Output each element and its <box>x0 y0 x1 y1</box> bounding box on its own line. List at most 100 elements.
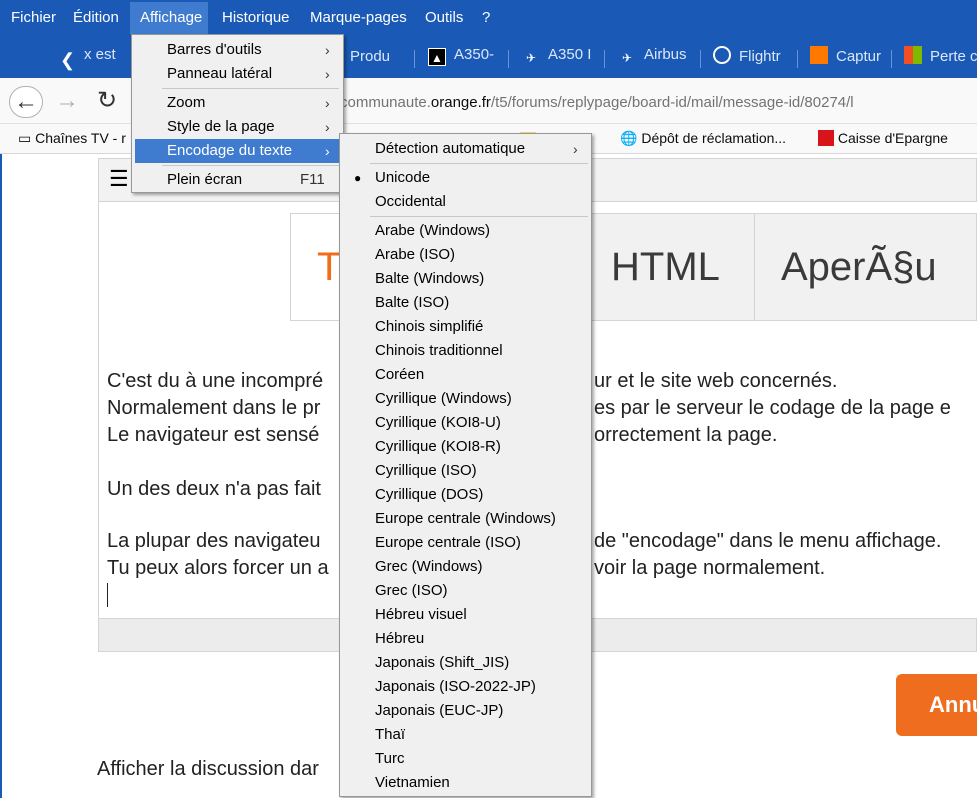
tab-item[interactable]: Perte c <box>904 46 977 70</box>
tab-preview[interactable]: AperÃ§u <box>754 214 977 320</box>
chevron-right-icon: › <box>325 66 330 82</box>
tab-label: Airbus <box>644 46 687 63</box>
menu-item-label: Grec (Windows) <box>375 558 483 575</box>
menu-item-label: Plein écran <box>167 171 243 188</box>
editor-text-line: Le navigateur est sensé <box>107 424 320 446</box>
menu-item-label: Unicode <box>375 169 431 186</box>
tab-item[interactable]: ▲ A350- <box>428 46 502 70</box>
tab-item[interactable]: x est <box>84 46 124 70</box>
reload-icon[interactable]: ↻ <box>90 86 124 118</box>
menu-item-label: Vietnamien <box>375 774 450 791</box>
menu-item-label: Thaï <box>375 726 406 743</box>
chevron-right-icon: › <box>325 143 330 159</box>
menu-item-encoding[interactable]: Arabe (Windows) <box>343 219 588 243</box>
menu-item-encoding[interactable]: Hébreu <box>343 627 588 651</box>
align-icon[interactable]: ☰ <box>109 167 133 191</box>
menu-historique[interactable]: Historique <box>222 9 290 26</box>
tab-label: Produ <box>350 48 391 65</box>
tab-item[interactable]: ✈ A350 I <box>522 46 596 70</box>
menu-item-occidental[interactable]: Occidental <box>343 190 588 214</box>
menu-item-encoding[interactable]: Arabe (ISO) <box>343 243 588 267</box>
bookmark-item[interactable]: ▭ Chaînes TV - r <box>18 130 126 147</box>
tab-item[interactable]: ✈ Airbus <box>618 46 692 70</box>
menu-item-encoding[interactable]: Europe centrale (ISO) <box>343 531 588 555</box>
menu-item-barres-outils[interactable]: Barres d'outils › <box>135 38 340 62</box>
back-arrow-icon[interactable]: ← <box>9 86 43 118</box>
menu-item-label: Grec (ISO) <box>375 582 448 599</box>
bookmark-label: Dépôt de réclamation... <box>641 130 787 146</box>
url-bar[interactable]: s://communaute.orange.fr/t5/forums/reply… <box>320 90 977 116</box>
tab-separator <box>700 50 701 68</box>
menu-item-zoom[interactable]: Zoom › <box>135 91 340 115</box>
menu-outils[interactable]: Outils <box>425 9 463 26</box>
globe-icon: 🌐 <box>620 130 638 146</box>
airbus-logo-icon: ▲ <box>428 48 446 66</box>
menu-item-encoding[interactable]: Cyrillique (KOI8-U) <box>343 411 588 435</box>
tab-separator <box>414 50 415 68</box>
menu-marque-pages[interactable]: Marque-pages <box>310 9 407 26</box>
menu-item-unicode[interactable]: ● Unicode <box>343 166 588 190</box>
chevron-right-icon: › <box>325 119 330 135</box>
bookmark-item[interactable]: Caisse d'Epargne <box>818 130 948 146</box>
cancel-button[interactable]: Annu <box>896 674 977 736</box>
discussion-link[interactable]: Afficher la discussion dar <box>97 758 319 781</box>
chevron-right-icon: › <box>573 141 578 157</box>
bookmark-item[interactable]: 🌐 Dépôt de réclamation... <box>620 130 786 147</box>
menu-item-encoding[interactable]: Europe centrale (Windows) <box>343 507 588 531</box>
url-domain: orange.fr <box>430 94 491 111</box>
menu-item-encoding[interactable]: Cyrillique (ISO) <box>343 459 588 483</box>
tab-label: Perte c <box>930 48 977 65</box>
menu-item-encoding[interactable]: Vietnamien <box>343 771 588 795</box>
chevron-right-icon: › <box>325 95 330 111</box>
menu-item-encoding[interactable]: Coréen <box>343 363 588 387</box>
menu-item-encoding[interactable]: Chinois simplifié <box>343 315 588 339</box>
menu-aide[interactable]: ? <box>482 9 490 26</box>
menu-item-encoding[interactable]: Balte (ISO) <box>343 291 588 315</box>
menu-separator <box>370 216 588 217</box>
menu-item-encoding[interactable]: Japonais (Shift_JIS) <box>343 651 588 675</box>
menu-item-encoding[interactable]: Balte (Windows) <box>343 267 588 291</box>
menu-item-label: Chinois traditionnel <box>375 342 503 359</box>
menu-item-encoding[interactable]: Thaï <box>343 723 588 747</box>
menu-item-encoding[interactable]: Turc <box>343 747 588 771</box>
menu-item-panneau-lateral[interactable]: Panneau latéral › <box>135 62 340 86</box>
editor-text-line: de "encodage" dans le menu affichage. <box>594 530 942 552</box>
menu-item-encodage-texte[interactable]: Encodage du texte › <box>135 139 340 163</box>
tab-separator <box>508 50 509 68</box>
menu-item-encoding[interactable]: Japonais (ISO-2022-JP) <box>343 675 588 699</box>
tab-separator <box>891 50 892 68</box>
menu-item-encoding[interactable]: Hébreu visuel <box>343 603 588 627</box>
menu-item-encoding[interactable]: Grec (Windows) <box>343 555 588 579</box>
menu-edition[interactable]: Édition <box>73 9 119 26</box>
menu-affichage[interactable]: Affichage <box>130 2 209 34</box>
tab-scroll-left-icon[interactable]: ❮ <box>60 50 75 71</box>
menu-fichier[interactable]: Fichier <box>11 9 56 26</box>
tab-item[interactable]: Captur <box>810 46 886 70</box>
menu-item-encoding[interactable]: Japonais (EUC-JP) <box>343 699 588 723</box>
tab-html[interactable]: HTML <box>611 214 720 320</box>
menu-item-style-page[interactable]: Style de la page › <box>135 115 340 139</box>
tab-separator <box>604 50 605 68</box>
tv-icon: ▭ <box>18 130 32 146</box>
menu-item-encoding[interactable]: Chinois traditionnel <box>343 339 588 363</box>
page-left-border <box>0 154 2 798</box>
menu-item-encoding[interactable]: Cyrillique (KOI8-R) <box>343 435 588 459</box>
tab-separator <box>797 50 798 68</box>
menu-item-encoding[interactable]: Grec (ISO) <box>343 579 588 603</box>
menu-item-encoding[interactable]: Cyrillique (DOS) <box>343 483 588 507</box>
menu-item-label: Arabe (ISO) <box>375 246 456 263</box>
menu-item-detection-auto[interactable]: Détection automatique › <box>343 137 588 161</box>
editor-text-line: Normalement dans le pr <box>107 397 321 419</box>
forward-arrow-icon[interactable]: → <box>50 86 84 118</box>
menu-item-plein-ecran[interactable]: Plein écran F11 <box>135 168 340 192</box>
editor-text-line: orrectement la page. <box>594 424 778 446</box>
menu-item-label: Barres d'outils <box>167 41 262 58</box>
editor-text-line: C'est du à une incompré <box>107 370 324 392</box>
tab-item[interactable]: Produ <box>336 46 408 70</box>
menu-item-label: Turc <box>375 750 405 767</box>
tab-item[interactable]: Flightr <box>713 46 793 70</box>
menu-item-label: Cyrillique (DOS) <box>375 486 484 503</box>
menu-item-encoding[interactable]: Cyrillique (Windows) <box>343 387 588 411</box>
menu-item-label: Europe centrale (Windows) <box>375 510 556 527</box>
menu-item-label: Coréen <box>375 366 425 383</box>
